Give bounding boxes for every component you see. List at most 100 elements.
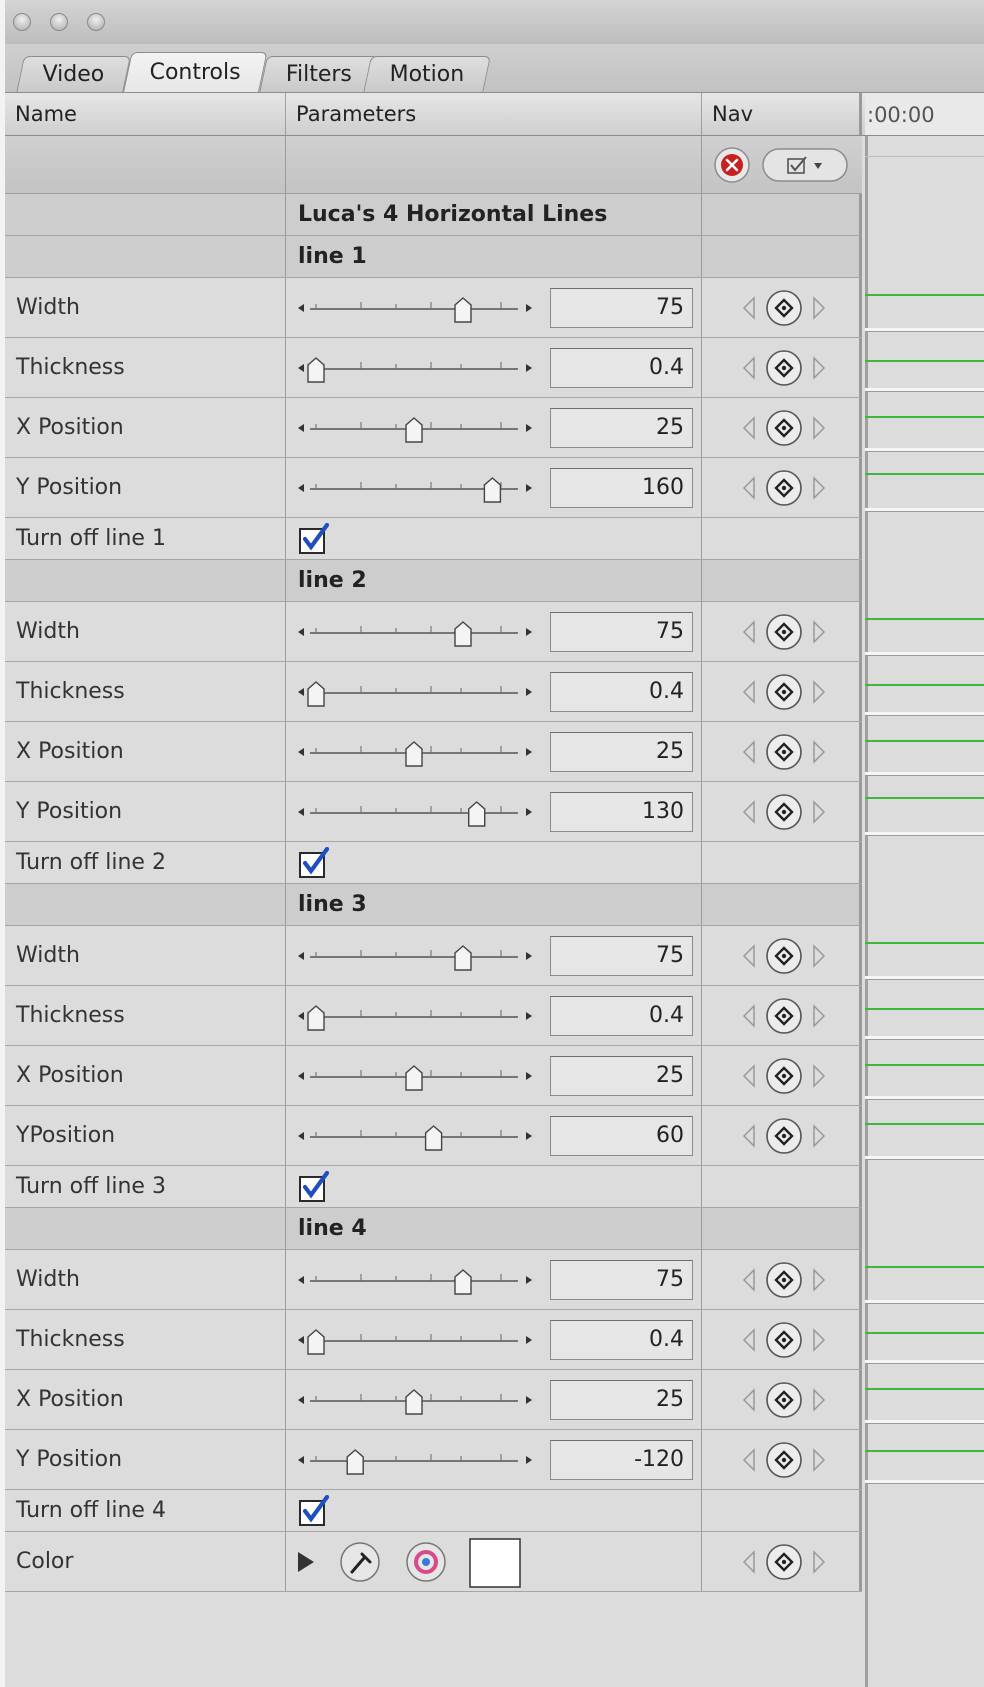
value-slider[interactable]: [296, 1116, 534, 1156]
value-slider[interactable]: [296, 612, 534, 652]
value-field[interactable]: 75: [550, 1259, 693, 1300]
value-slider[interactable]: [296, 1056, 534, 1096]
keyframe-timeline[interactable]: [865, 136, 984, 1687]
value-field[interactable]: 130: [550, 791, 693, 832]
value-field[interactable]: 0.4: [550, 995, 693, 1036]
slider-left-arrow-icon[interactable]: [298, 1071, 304, 1080]
value-slider[interactable]: [296, 288, 534, 328]
value-slider[interactable]: [296, 1320, 534, 1360]
slider-left-arrow-icon[interactable]: [298, 687, 304, 696]
slider-right-arrow-icon[interactable]: [526, 483, 532, 492]
prev-keyframe-icon[interactable]: [742, 739, 755, 764]
next-keyframe-icon[interactable]: [813, 1549, 826, 1574]
value-slider[interactable]: [296, 1440, 534, 1480]
value-field[interactable]: 0.4: [550, 671, 693, 712]
column-header-nav[interactable]: Nav: [702, 93, 862, 135]
prev-keyframe-icon[interactable]: [742, 1123, 755, 1148]
close-window-button[interactable]: [13, 13, 31, 31]
slider-thumb[interactable]: [307, 1004, 325, 1031]
slider-left-arrow-icon[interactable]: [298, 423, 304, 432]
value-field[interactable]: 75: [550, 287, 693, 328]
value-field[interactable]: -120: [550, 1439, 693, 1480]
slider-thumb[interactable]: [405, 1388, 423, 1415]
prev-keyframe-icon[interactable]: [742, 1387, 755, 1412]
prev-keyframe-icon[interactable]: [742, 1063, 755, 1088]
slider-thumb[interactable]: [405, 1064, 423, 1091]
slider-right-arrow-icon[interactable]: [526, 1071, 532, 1080]
tab-motion[interactable]: Motion: [363, 56, 491, 93]
minimize-window-button[interactable]: [50, 13, 68, 31]
prev-keyframe-icon[interactable]: [742, 475, 755, 500]
slider-right-arrow-icon[interactable]: [526, 687, 532, 696]
slider-left-arrow-icon[interactable]: [298, 1131, 304, 1140]
next-keyframe-icon[interactable]: [813, 1447, 826, 1472]
value-field[interactable]: 75: [550, 611, 693, 652]
next-keyframe-icon[interactable]: [813, 1267, 826, 1292]
prev-keyframe-icon[interactable]: [742, 415, 755, 440]
value-field[interactable]: 0.4: [550, 1319, 693, 1360]
slider-thumb[interactable]: [454, 944, 472, 971]
next-keyframe-icon[interactable]: [813, 1003, 826, 1028]
slider-thumb[interactable]: [468, 800, 486, 827]
prev-keyframe-icon[interactable]: [742, 1549, 755, 1574]
slider-right-arrow-icon[interactable]: [526, 1011, 532, 1020]
slider-left-arrow-icon[interactable]: [298, 1455, 304, 1464]
prev-keyframe-icon[interactable]: [742, 943, 755, 968]
slider-thumb[interactable]: [454, 1268, 472, 1295]
slider-right-arrow-icon[interactable]: [526, 363, 532, 372]
slider-right-arrow-icon[interactable]: [526, 303, 532, 312]
value-field[interactable]: 25: [550, 1379, 693, 1420]
slider-thumb[interactable]: [405, 740, 423, 767]
next-keyframe-icon[interactable]: [813, 415, 826, 440]
value-slider[interactable]: [296, 672, 534, 712]
prev-keyframe-icon[interactable]: [742, 1267, 755, 1292]
color-swatch[interactable]: [469, 1538, 521, 1588]
value-slider[interactable]: [296, 348, 534, 388]
slider-right-arrow-icon[interactable]: [526, 1275, 532, 1284]
value-slider[interactable]: [296, 996, 534, 1036]
prev-keyframe-icon[interactable]: [742, 619, 755, 644]
disclosure-triangle-icon[interactable]: [298, 1552, 314, 1572]
value-slider[interactable]: [296, 732, 534, 772]
slider-left-arrow-icon[interactable]: [298, 483, 304, 492]
next-keyframe-icon[interactable]: [813, 1327, 826, 1352]
column-header-parameters[interactable]: Parameters: [286, 93, 702, 135]
next-keyframe-icon[interactable]: [813, 355, 826, 380]
value-field[interactable]: 60: [550, 1115, 693, 1156]
slider-thumb[interactable]: [346, 1448, 364, 1475]
value-slider[interactable]: [296, 1380, 534, 1420]
next-keyframe-icon[interactable]: [813, 295, 826, 320]
slider-thumb[interactable]: [405, 416, 423, 443]
tab-video[interactable]: Video: [16, 56, 131, 93]
turn-off-line-checkbox[interactable]: [298, 846, 330, 879]
value-field[interactable]: 160: [550, 467, 693, 508]
slider-thumb[interactable]: [307, 1328, 325, 1355]
slider-thumb[interactable]: [483, 476, 502, 503]
slider-right-arrow-icon[interactable]: [526, 807, 532, 816]
slider-right-arrow-icon[interactable]: [526, 1395, 532, 1404]
next-keyframe-icon[interactable]: [813, 943, 826, 968]
prev-keyframe-icon[interactable]: [742, 799, 755, 824]
value-field[interactable]: 25: [550, 731, 693, 772]
turn-off-line-checkbox[interactable]: [298, 1494, 330, 1527]
slider-left-arrow-icon[interactable]: [298, 627, 304, 636]
slider-left-arrow-icon[interactable]: [298, 807, 304, 816]
slider-thumb[interactable]: [424, 1124, 443, 1151]
prev-keyframe-icon[interactable]: [742, 679, 755, 704]
value-field[interactable]: 75: [550, 935, 693, 976]
turn-off-line-checkbox[interactable]: [298, 1170, 330, 1203]
slider-thumb[interactable]: [454, 296, 472, 323]
next-keyframe-icon[interactable]: [813, 1123, 826, 1148]
slider-right-arrow-icon[interactable]: [526, 747, 532, 756]
slider-left-arrow-icon[interactable]: [298, 747, 304, 756]
next-keyframe-icon[interactable]: [813, 799, 826, 824]
slider-right-arrow-icon[interactable]: [526, 423, 532, 432]
value-slider[interactable]: [296, 792, 534, 832]
value-field[interactable]: 25: [550, 407, 693, 448]
slider-left-arrow-icon[interactable]: [298, 363, 304, 372]
next-keyframe-icon[interactable]: [813, 619, 826, 644]
turn-off-line-checkbox[interactable]: [298, 522, 330, 555]
slider-right-arrow-icon[interactable]: [526, 1131, 532, 1140]
prev-keyframe-icon[interactable]: [742, 1447, 755, 1472]
value-field[interactable]: 25: [550, 1055, 693, 1096]
